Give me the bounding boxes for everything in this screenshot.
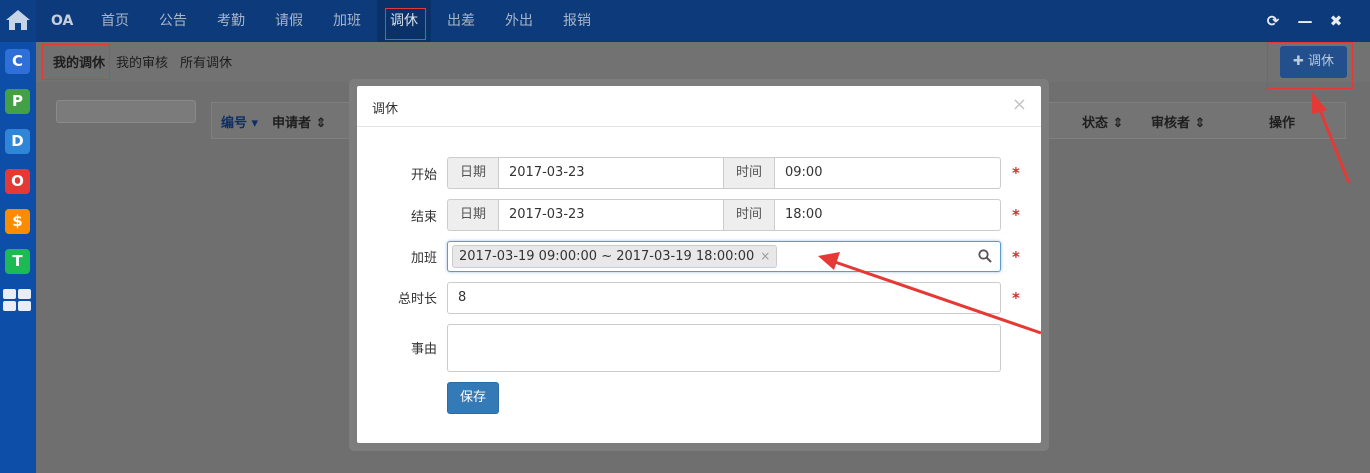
annotation-arrow-overtime bbox=[818, 252, 1042, 335]
annotation-arrow-add bbox=[1312, 92, 1351, 184]
annotation-arrows bbox=[818, 92, 1351, 335]
